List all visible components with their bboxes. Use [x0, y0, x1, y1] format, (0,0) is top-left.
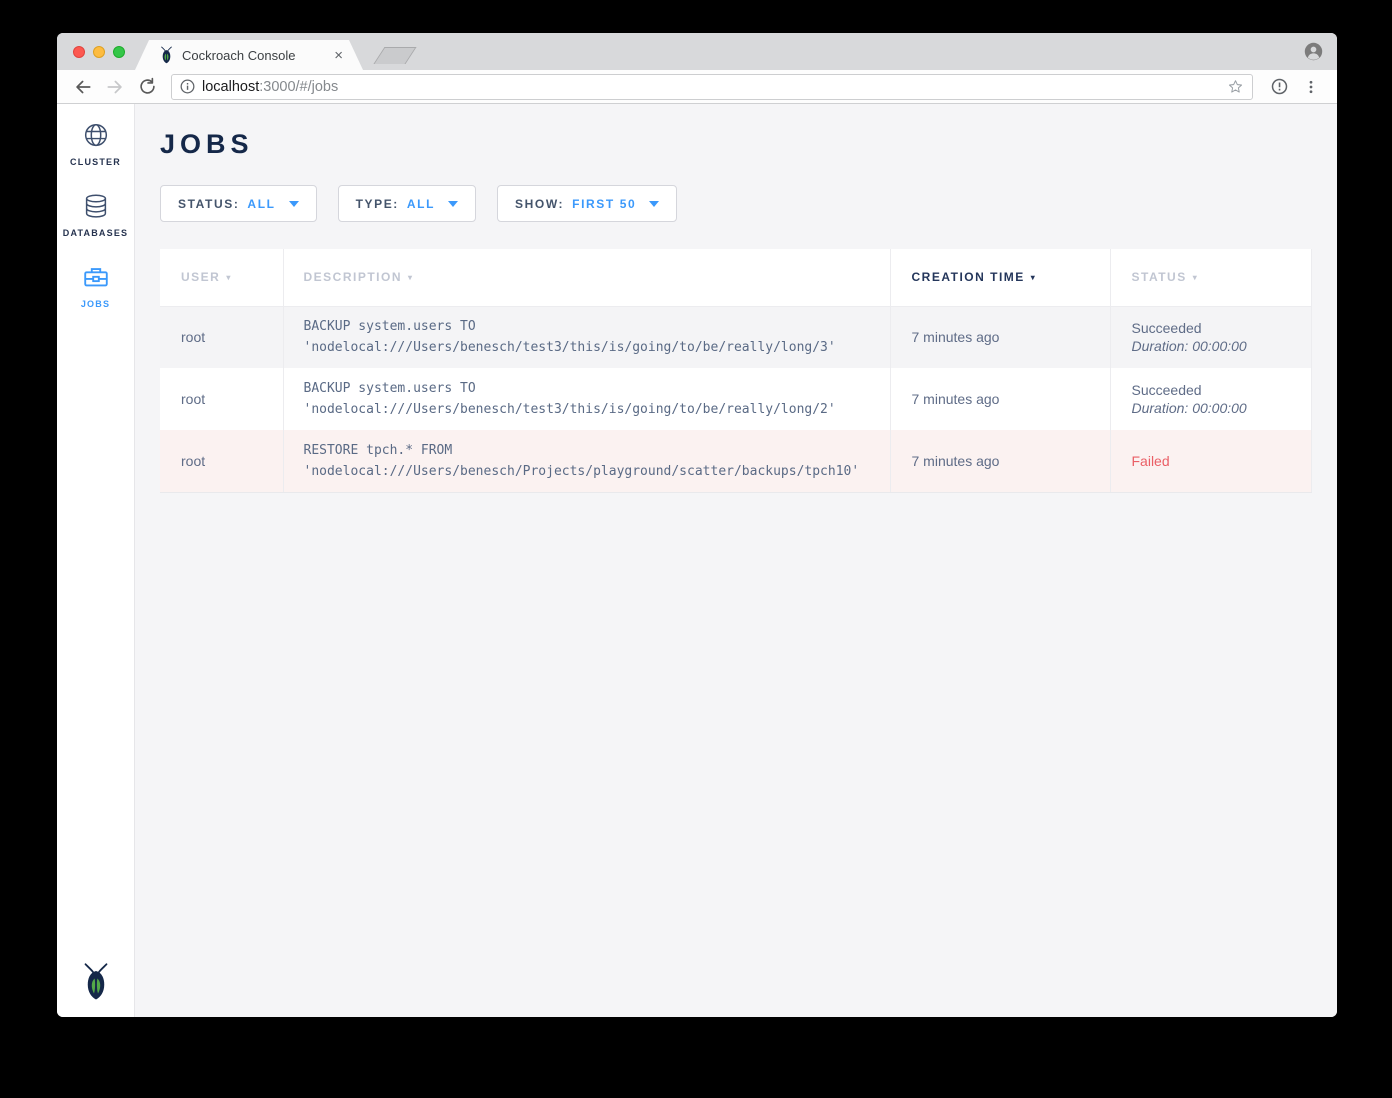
duration-text: Duration: 00:00:00 [1132, 338, 1311, 354]
tab-title: Cockroach Console [182, 48, 334, 63]
tab-close-icon[interactable]: × [334, 48, 343, 63]
browser-toolbar: localhost:3000/#/jobs [57, 70, 1337, 104]
tab-strip: Cockroach Console × [57, 33, 1337, 70]
table-row: root RESTORE tpch.* FROM'nodelocal:///Us… [160, 430, 1311, 492]
column-header-user[interactable]: USER▾ [160, 249, 283, 306]
filter-value: ALL [247, 197, 275, 211]
sidebar-item-label: JOBS [81, 299, 110, 309]
sort-arrow-icon: ▾ [1031, 273, 1037, 282]
show-filter-dropdown[interactable]: SHOW: FIRST 50 [497, 185, 677, 222]
status-text: Failed [1132, 453, 1170, 469]
browser-window: Cockroach Console × [57, 33, 1337, 1017]
status-filter-dropdown[interactable]: STATUS: ALL [160, 185, 317, 222]
browser-tab[interactable]: Cockroach Console × [135, 40, 363, 70]
creation-time-cell: 7 minutes ago [890, 368, 1110, 430]
filter-value: FIRST 50 [572, 197, 636, 211]
chevron-down-icon [289, 201, 299, 207]
duration-text: Duration: 00:00:00 [1132, 400, 1311, 416]
status-text: Succeeded [1132, 320, 1202, 336]
address-bar[interactable]: localhost:3000/#/jobs [171, 74, 1253, 100]
new-tab-button[interactable] [373, 47, 416, 64]
briefcase-icon [81, 262, 111, 292]
type-filter-dropdown[interactable]: TYPE: ALL [338, 185, 476, 222]
creation-time-cell: 7 minutes ago [890, 306, 1110, 368]
filters-row: STATUS: ALL TYPE: ALL SHOW: FIRST 50 [160, 185, 1311, 222]
jobs-page: JOBS STATUS: ALL TYPE: ALL SHOW: FIRST 5… [135, 104, 1337, 1017]
filter-label: TYPE: [356, 197, 399, 211]
page-title: JOBS [160, 129, 1311, 160]
minimize-window-button[interactable] [93, 46, 105, 58]
sidebar-item-jobs[interactable]: JOBS [57, 262, 134, 309]
cockroach-favicon-icon [159, 46, 174, 64]
status-cell: Failed [1110, 430, 1311, 492]
table-row: root BACKUP system.users TO'nodelocal://… [160, 368, 1311, 430]
cockroach-logo-icon [57, 962, 134, 1001]
description-cell: BACKUP system.users TO'nodelocal:///User… [283, 306, 890, 368]
sidebar-item-databases[interactable]: DATABASES [57, 191, 134, 238]
filter-label: SHOW: [515, 197, 564, 211]
filter-value: ALL [407, 197, 435, 211]
globe-icon [81, 120, 111, 150]
cockroach-console: CLUSTER DATABASES [57, 104, 1337, 1017]
status-cell: Succeeded Duration: 00:00:00 [1110, 306, 1311, 368]
bookmark-star-icon[interactable] [1227, 78, 1244, 95]
column-header-status[interactable]: STATUS▾ [1110, 249, 1311, 306]
extension-icon[interactable] [1265, 73, 1293, 101]
reload-button[interactable] [133, 73, 161, 101]
page-info-icon[interactable] [180, 79, 195, 94]
table-row: root BACKUP system.users TO'nodelocal://… [160, 306, 1311, 368]
database-icon [81, 191, 111, 221]
sort-arrow-icon: ▾ [408, 273, 414, 282]
url-path: :3000/#/jobs [259, 79, 338, 95]
browser-profile-avatar[interactable] [1304, 42, 1323, 61]
traffic-lights [73, 46, 125, 58]
forward-button[interactable] [101, 73, 129, 101]
status-text: Succeeded [1132, 382, 1202, 398]
creation-time-cell: 7 minutes ago [890, 430, 1110, 492]
user-cell: root [160, 368, 283, 430]
description-cell: BACKUP system.users TO'nodelocal:///User… [283, 368, 890, 430]
sidebar-item-cluster[interactable]: CLUSTER [57, 120, 134, 167]
sort-arrow-icon: ▾ [226, 273, 232, 282]
column-header-description[interactable]: DESCRIPTION▾ [283, 249, 890, 306]
url-text[interactable]: localhost:3000/#/jobs [202, 79, 1220, 95]
browser-menu-icon[interactable] [1297, 73, 1325, 101]
chevron-down-icon [448, 201, 458, 207]
user-cell: root [160, 430, 283, 492]
status-cell: Succeeded Duration: 00:00:00 [1110, 368, 1311, 430]
sidebar-item-label: DATABASES [63, 228, 128, 238]
filter-label: STATUS: [178, 197, 239, 211]
column-header-creation-time[interactable]: CREATION TIME▾ [890, 249, 1110, 306]
zoom-window-button[interactable] [113, 46, 125, 58]
chevron-down-icon [649, 201, 659, 207]
sidebar: CLUSTER DATABASES [57, 104, 135, 1017]
url-host: localhost [202, 79, 259, 95]
user-cell: root [160, 306, 283, 368]
sort-arrow-icon: ▾ [1193, 273, 1199, 282]
sidebar-item-label: CLUSTER [70, 157, 121, 167]
back-button[interactable] [69, 73, 97, 101]
description-cell: RESTORE tpch.* FROM'nodelocal:///Users/b… [283, 430, 890, 492]
jobs-table: USER▾ DESCRIPTION▾ CREATION TIME▾ STATUS… [160, 249, 1312, 493]
close-window-button[interactable] [73, 46, 85, 58]
